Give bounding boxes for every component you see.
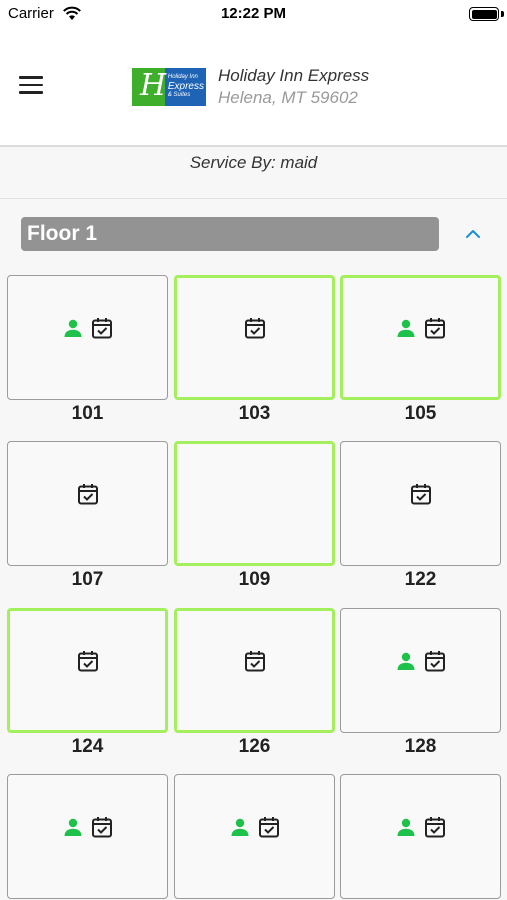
room-tile[interactable] [7,441,168,566]
room-number: 101 [71,403,104,424]
service-by-label: Service By: maid [189,153,318,172]
calendar-check-icon [425,317,445,338]
service-bar: Service By: maid [0,149,507,199]
calendar-check-icon [410,483,431,504]
hotel-address: Helena, MT 59602 [218,88,358,107]
room-tile[interactable] [174,608,335,733]
hotel-logo: H Holiday Inn Express & Suites [132,68,206,106]
person-icon [397,652,415,670]
room-number: 122 [404,569,437,590]
room-number: 128 [404,736,437,757]
room-tile[interactable] [174,275,335,400]
room-number: 105 [404,403,437,424]
person-icon [64,319,82,337]
person-icon [64,818,82,836]
room-tile[interactable] [340,275,501,400]
calendar-check-icon [244,650,265,671]
room-tile[interactable] [174,774,335,899]
chevron-up-icon[interactable] [462,225,484,243]
room-number: 103 [238,403,271,424]
room-number: 109 [238,569,271,590]
person-icon [397,818,415,836]
battery-icon [469,7,499,21]
room-tile[interactable] [340,608,501,733]
calendar-check-icon [244,317,265,338]
room-number: 126 [238,736,271,757]
status-bar: Carrier 12:22 PM [0,0,507,28]
person-icon [231,818,249,836]
calendar-check-icon [92,317,112,338]
person-icon [397,319,415,337]
calendar-check-icon [425,816,445,837]
calendar-check-icon [92,816,112,837]
room-number: 107 [71,569,104,590]
hamburger-menu-icon[interactable] [19,76,43,96]
calendar-check-icon [259,816,279,837]
room-number: 124 [71,736,104,757]
battery-nub [501,11,504,17]
app-header: H Holiday Inn Express & Suites Holiday Inn… [0,28,507,147]
calendar-check-icon [425,650,445,671]
room-tile[interactable] [7,774,168,899]
calendar-check-icon [77,650,98,671]
calendar-check-icon [77,483,98,504]
floor-title: Floor 1 [27,222,98,245]
floor-header[interactable]: Floor 1 [21,217,439,251]
room-tile[interactable] [174,441,335,566]
room-tile[interactable] [7,275,168,400]
hotel-name: Holiday Inn Express [218,66,370,85]
status-time: 12:22 PM [220,5,287,22]
room-tile[interactable] [340,441,501,566]
room-tile[interactable] [7,608,168,733]
room-tile[interactable] [340,774,501,899]
